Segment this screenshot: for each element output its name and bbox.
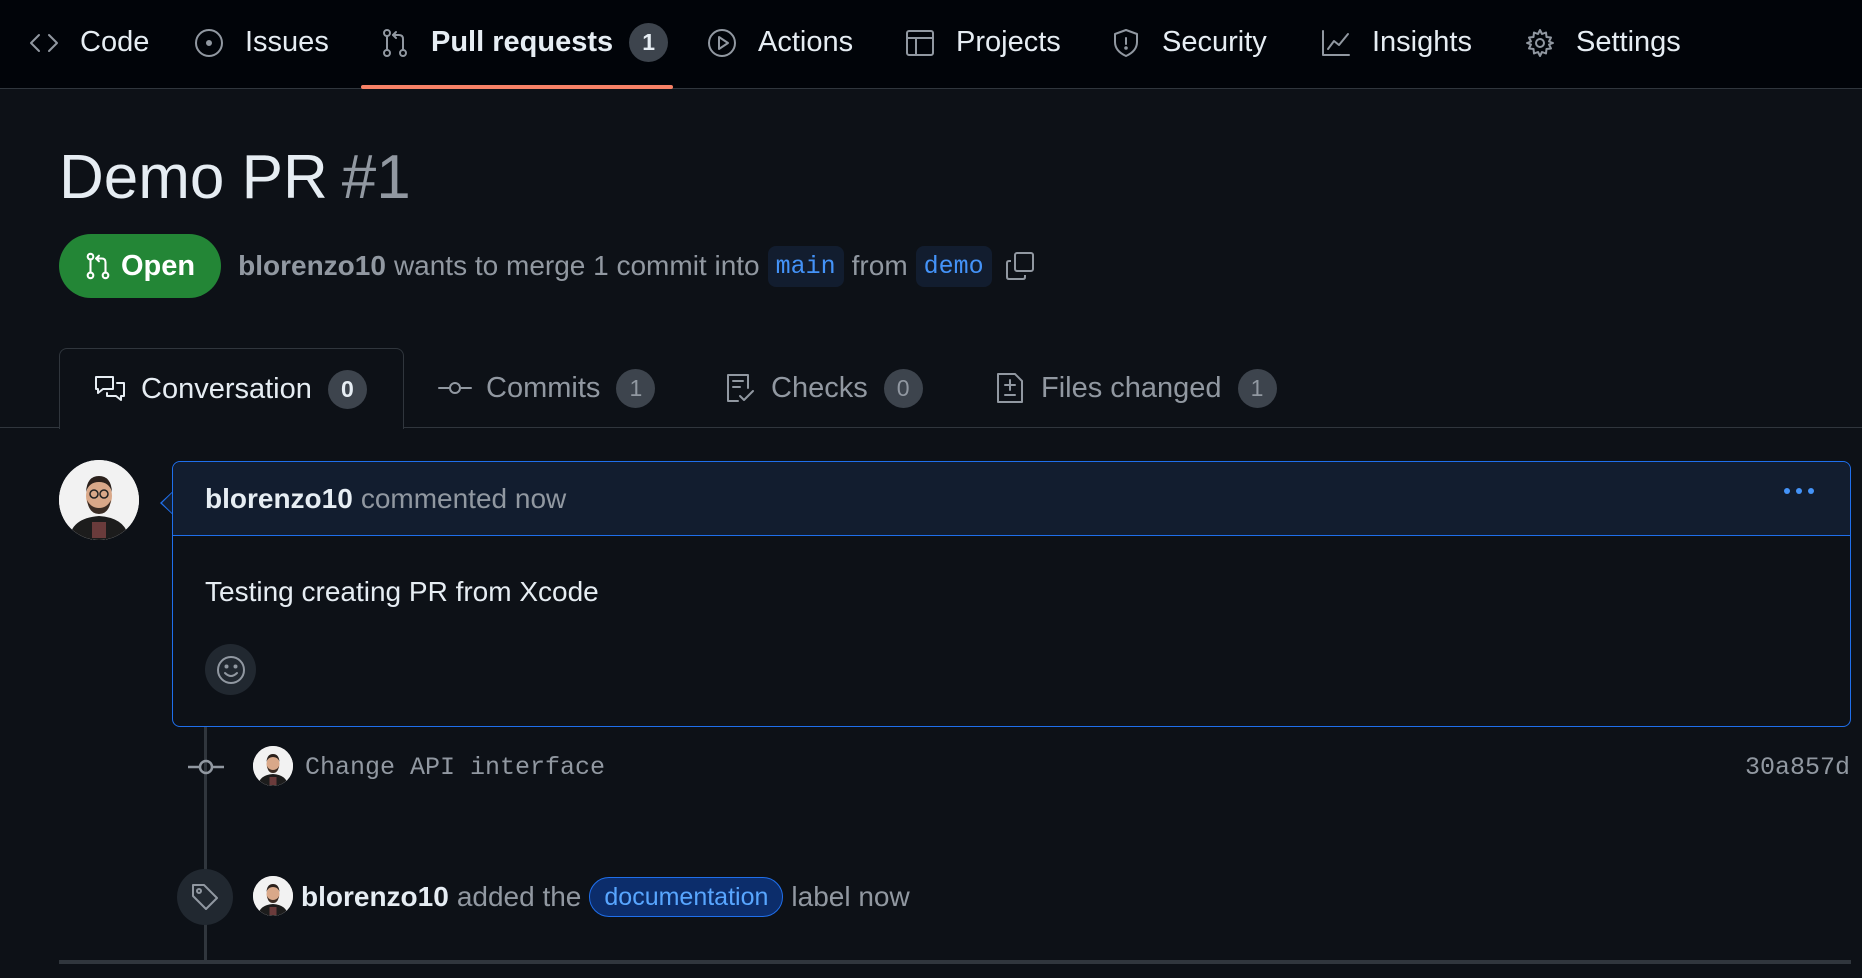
git-pull-request-icon: [383, 28, 407, 57]
nav-pull-requests[interactable]: Pull requests 1: [379, 0, 669, 85]
nav-issues-label: Issues: [245, 26, 329, 58]
from-text: from: [851, 250, 908, 281]
git-commit-icon: [438, 382, 472, 394]
tab-files-changed-label: Files changed: [1041, 371, 1222, 404]
avatar-image: [253, 746, 293, 786]
repo-nav: Code Issues Pull requests 1 Actions Proj…: [0, 0, 1862, 89]
avatar-image: [253, 876, 293, 916]
comment-header: blorenzo10 commented now: [173, 462, 1850, 536]
label-documentation[interactable]: documentation: [589, 877, 784, 917]
pr-title: Demo PR #1: [59, 142, 411, 213]
code-icon: [30, 33, 58, 52]
comment-meta: commented now: [360, 482, 567, 514]
gear-icon: [1526, 28, 1554, 57]
timeline-divider: [59, 960, 1851, 964]
state-badge: Open: [59, 234, 222, 298]
label-event-author[interactable]: blorenzo10: [301, 881, 449, 913]
tab-commits[interactable]: Commits 1: [438, 348, 656, 428]
nav-settings-label: Settings: [1576, 26, 1681, 58]
git-pull-request-icon: [86, 252, 110, 280]
add-reaction-button[interactable]: [205, 644, 256, 695]
table-icon: [906, 29, 934, 56]
shield-icon: [1114, 28, 1138, 57]
nav-projects[interactable]: Projects: [904, 0, 1061, 85]
tab-conversation[interactable]: Conversation 0: [59, 348, 404, 429]
tab-checks-label: Checks: [771, 371, 868, 404]
nav-projects-label: Projects: [956, 26, 1061, 58]
copy-icon[interactable]: [1004, 250, 1036, 282]
comment-box: blorenzo10 commented now Testing creatin…: [172, 461, 1851, 727]
label-event: blorenzo10 added the documentation label…: [301, 876, 910, 918]
checklist-icon: [727, 374, 754, 402]
pull-requests-count: 1: [629, 23, 669, 62]
issue-opened-icon: [195, 28, 223, 57]
tab-conversation-count: 0: [327, 369, 367, 409]
nav-actions[interactable]: Actions: [706, 0, 853, 85]
commit-author-avatar[interactable]: [253, 746, 293, 786]
label-event-badge: [177, 869, 233, 925]
nav-actions-label: Actions: [758, 26, 854, 58]
state-badge-label: Open: [121, 249, 196, 282]
pr-author-link[interactable]: blorenzo10: [238, 250, 386, 282]
nav-insights-label: Insights: [1372, 26, 1472, 58]
play-icon: [708, 28, 736, 57]
pr-state-row: Open blorenzo10 wants to merge 1 commit …: [59, 234, 1036, 298]
pr-number: #1: [341, 143, 411, 212]
tab-conversation-label: Conversation: [141, 372, 312, 405]
commit-message-link[interactable]: Change API interface: [305, 753, 605, 782]
git-commit-icon: [187, 752, 225, 782]
tab-files-changed[interactable]: Files changed 1: [993, 348, 1277, 428]
label-event-text-before: added the: [456, 881, 582, 912]
nav-pull-requests-label: Pull requests: [431, 26, 614, 58]
nav-settings[interactable]: Settings: [1524, 0, 1681, 85]
label-event-avatar[interactable]: [253, 876, 293, 916]
comment-body: Testing creating PR from Xcode: [205, 576, 599, 607]
comment-author[interactable]: blorenzo10: [205, 483, 353, 515]
nav-issues[interactable]: Issues: [193, 0, 329, 85]
tab-checks-count: 0: [883, 368, 923, 408]
comment-discussion-icon: [95, 376, 125, 401]
base-branch[interactable]: main: [767, 245, 844, 287]
nav-code[interactable]: Code: [28, 0, 149, 85]
merge-text: wants to merge 1 commit into: [393, 250, 760, 281]
commit-sha-link[interactable]: 30a857d: [1745, 753, 1850, 782]
comment-options-icon[interactable]: [1784, 488, 1814, 494]
head-branch[interactable]: demo: [915, 245, 992, 287]
tab-commits-label: Commits: [486, 371, 601, 404]
pr-tabs: Conversation 0 Commits 1 Checks 0 Files …: [0, 348, 1862, 429]
tab-checks[interactable]: Checks 0: [723, 348, 923, 428]
avatar[interactable]: [59, 460, 139, 540]
tab-commits-count: 1: [616, 368, 656, 408]
label-event-text-after: label now: [791, 881, 910, 912]
smiley-icon: [216, 655, 245, 684]
tab-files-changed-count: 1: [1237, 368, 1277, 408]
active-tab-underline: [361, 85, 673, 89]
graph-icon: [1322, 29, 1350, 56]
avatar-image: [59, 460, 139, 540]
file-diff-icon: [997, 373, 1023, 403]
nav-code-label: Code: [80, 26, 150, 58]
nav-insights[interactable]: Insights: [1320, 0, 1472, 85]
pr-title-text: Demo PR: [59, 143, 328, 212]
nav-security[interactable]: Security: [1110, 0, 1267, 85]
tag-icon: [192, 884, 218, 910]
nav-security-label: Security: [1162, 26, 1267, 58]
